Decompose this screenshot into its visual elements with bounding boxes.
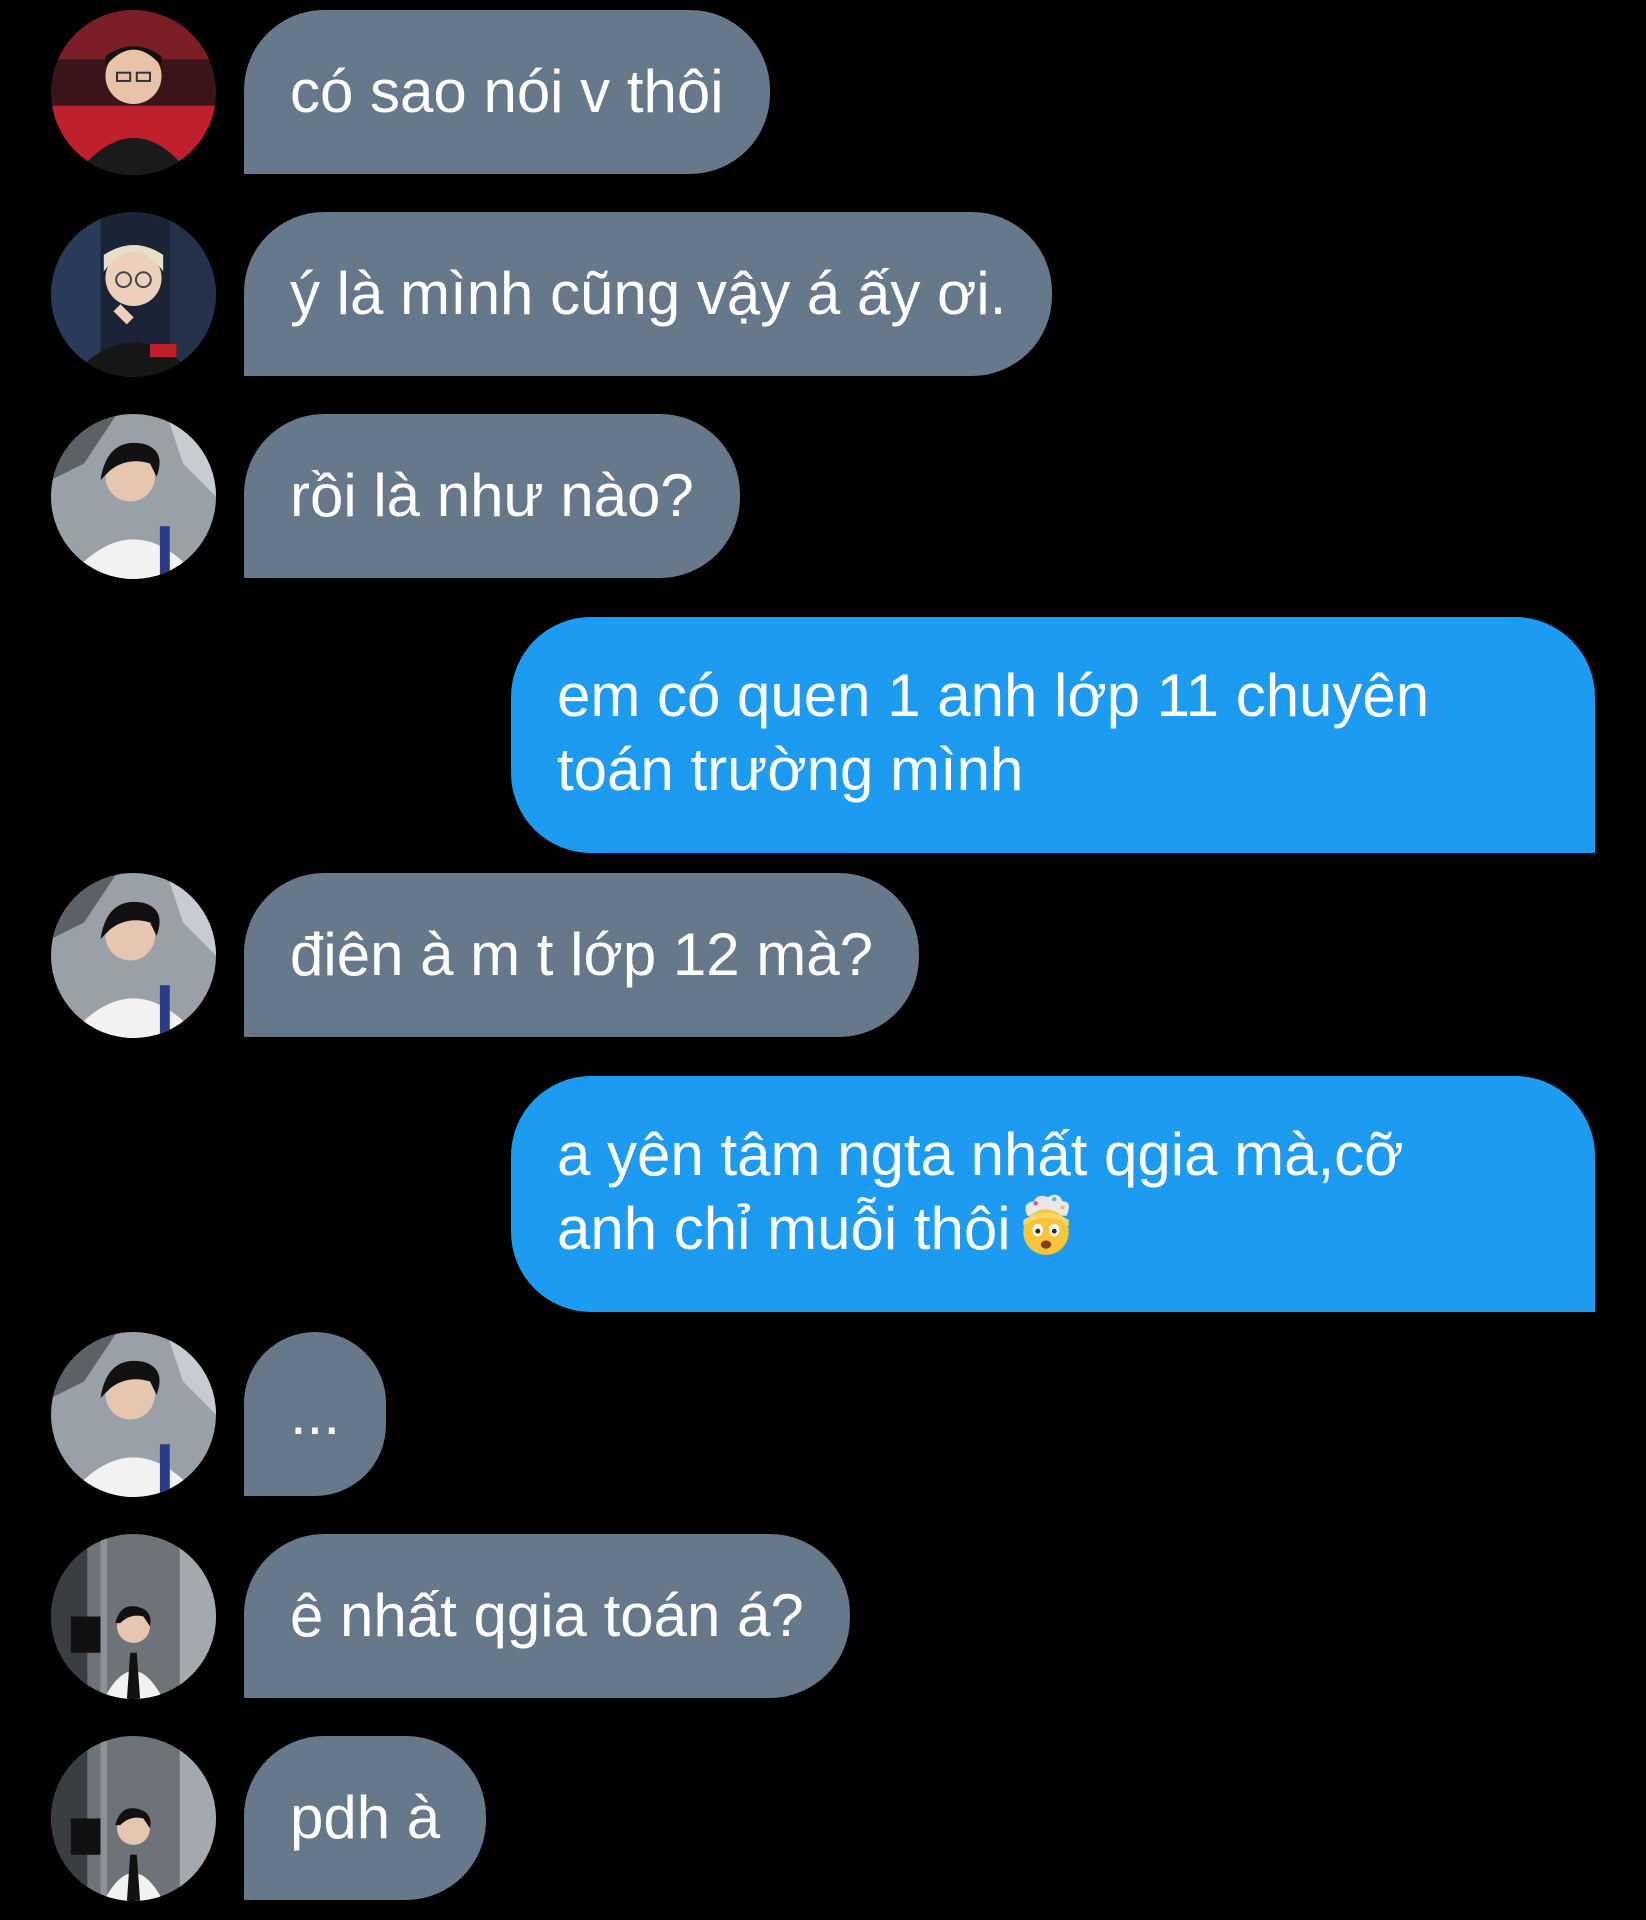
message-text: điên à m t lớp 12 mà?	[290, 921, 873, 988]
avatar[interactable]	[51, 10, 216, 175]
message-text: ê nhất qgia toán á?	[290, 1582, 804, 1649]
message-text: có sao nói v thôi	[290, 58, 724, 125]
white-jacket-avatar-icon	[51, 1332, 216, 1497]
message-text: pdh à	[290, 1784, 441, 1851]
message-bubble-sent[interactable]: em có quen 1 anh lớp 11 chuyên toán trườ…	[511, 617, 1595, 853]
suit-tie-avatar-icon	[51, 1534, 216, 1699]
avatar[interactable]	[51, 212, 216, 377]
message-bubble-received[interactable]: ...	[244, 1332, 387, 1496]
message-bubble-received[interactable]: rồi là như nào?	[244, 414, 740, 578]
suit-tie-avatar-icon	[51, 1736, 216, 1901]
white-jacket-avatar-icon	[51, 873, 216, 1038]
blond-glasses-avatar-icon	[51, 212, 216, 377]
exploding-head-emoji-icon	[1013, 1193, 1079, 1259]
message-bubble-received[interactable]: điên à m t lớp 12 mà?	[244, 873, 919, 1037]
message-bubble-received[interactable]: có sao nói v thôi	[244, 10, 770, 174]
message-bubble-sent[interactable]: a yên tâm ngta nhất qgia mà,cỡ anh chỉ m…	[511, 1076, 1595, 1312]
chat-thread: có sao nói v thôi ý là mình cũng vậy á ấ…	[0, 0, 1646, 1920]
message-bubble-received[interactable]: pdh à	[244, 1736, 487, 1900]
message-text-line: em có quen 1 anh lớp 11 chuyên	[557, 662, 1430, 729]
message-text-line: anh chỉ muỗi thôi	[557, 1192, 1549, 1266]
avatar[interactable]	[51, 1534, 216, 1699]
avatar[interactable]	[51, 1332, 216, 1497]
message-text: rồi là như nào?	[290, 462, 694, 529]
avatar[interactable]	[51, 414, 216, 579]
message-text-line: a yên tâm ngta nhất qgia mà,cỡ	[557, 1121, 1404, 1188]
white-jacket-avatar-icon	[51, 414, 216, 579]
message-text: anh chỉ muỗi thôi	[557, 1195, 1011, 1262]
message-bubble-received[interactable]: ý là mình cũng vậy á ấy ơi.	[244, 212, 1053, 376]
avatar[interactable]	[51, 873, 216, 1038]
message-text-line: toán trường mình	[557, 736, 1024, 803]
message-bubble-received[interactable]: ê nhất qgia toán á?	[244, 1534, 850, 1698]
message-text: ý là mình cũng vậy á ấy ơi.	[290, 260, 1007, 327]
red-jersey-avatar-icon	[51, 10, 216, 175]
message-text: ...	[290, 1380, 341, 1447]
avatar[interactable]	[51, 1736, 216, 1901]
